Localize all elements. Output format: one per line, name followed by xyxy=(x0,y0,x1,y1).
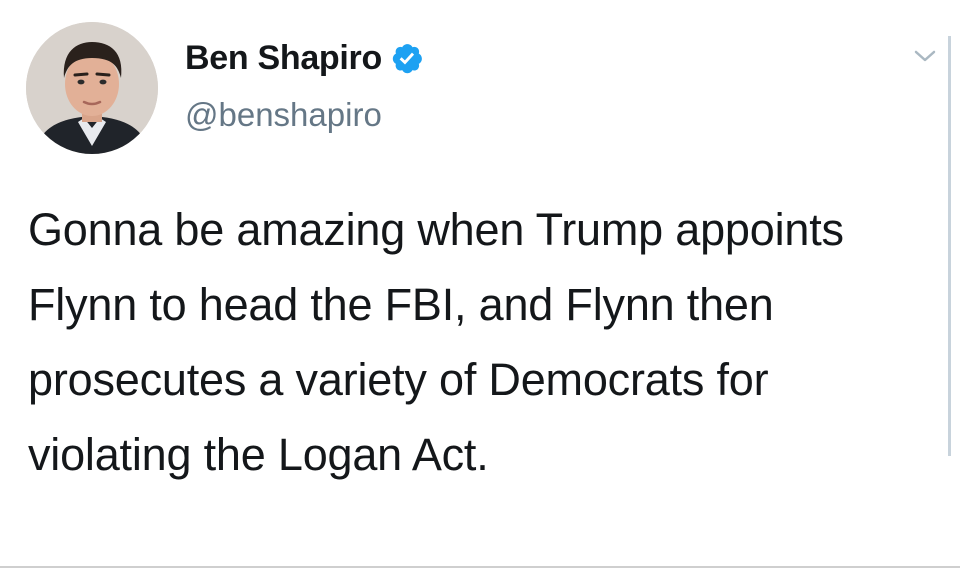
display-name[interactable]: Ben Shapiro xyxy=(185,39,382,78)
avatar[interactable] xyxy=(26,22,158,154)
chevron-down-icon[interactable] xyxy=(910,44,940,68)
tweet-text: Gonna be amazing when Trump appoints Fly… xyxy=(28,204,844,480)
user-handle[interactable]: @benshapiro xyxy=(185,96,382,134)
divider xyxy=(0,566,960,568)
tweet-card: Ben Shapiro @benshapiro Gonna be amazing… xyxy=(0,0,960,571)
name-row: Ben Shapiro xyxy=(185,36,424,80)
profile-photo xyxy=(26,22,158,154)
verified-badge-icon xyxy=(390,41,424,75)
scrollbar[interactable] xyxy=(948,36,951,456)
